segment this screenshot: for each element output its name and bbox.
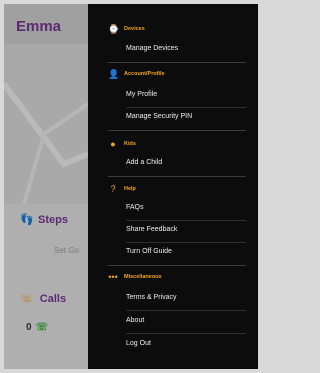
watch-icon: ⌚ — [108, 24, 120, 34]
kids-icon: ● — [110, 139, 116, 149]
section-devices: ⌚ Devices — [108, 24, 145, 34]
account-icon: 👤 — [108, 69, 120, 79]
navigation-drawer: ⌚ Devices Manage Devices 👤 Account/Profi… — [88, 4, 258, 369]
help-icon: ? — [110, 184, 116, 194]
section-help: ? Help — [108, 184, 136, 194]
menu-item-add-a-child[interactable]: Add a Child — [126, 159, 162, 166]
menu-item-turn-off-guide[interactable]: Turn Off Guide — [126, 248, 172, 255]
divider — [126, 310, 246, 311]
menu-item-terms-privacy[interactable]: Terms & Privacy — [126, 294, 177, 301]
section-title: Devices — [124, 26, 145, 32]
section-title: Account/Profile — [124, 71, 165, 77]
menu-item-share-feedback[interactable]: Share Feedback — [126, 226, 177, 233]
section-title: Miscellaneous — [124, 274, 162, 280]
menu-item-faqs[interactable]: FAQs — [126, 204, 144, 211]
section-title: Help — [124, 186, 136, 192]
section-account-profile: 👤 Account/Profile — [108, 69, 165, 79]
menu-item-log-out[interactable]: Log Out — [126, 340, 151, 347]
divider — [126, 333, 246, 334]
section-miscellaneous: ••• Miscellaneous — [108, 272, 162, 282]
divider — [126, 220, 246, 221]
menu-item-my-profile[interactable]: My Profile — [126, 91, 157, 98]
menu-item-manage-devices[interactable]: Manage Devices — [126, 45, 178, 52]
divider — [108, 62, 246, 63]
more-icon: ••• — [108, 272, 118, 282]
screen: Emma 👣 Steps Set Go ☏ Calls 0 ☏ ⌚ Device… — [4, 4, 258, 369]
menu-item-about[interactable]: About — [126, 317, 144, 324]
section-kids: ● Kids — [108, 139, 136, 149]
section-title: Kids — [124, 141, 136, 147]
divider — [108, 130, 246, 131]
divider — [126, 242, 246, 243]
divider — [108, 176, 246, 177]
menu-item-manage-security-pin[interactable]: Manage Security PIN — [126, 113, 192, 120]
divider — [108, 265, 246, 266]
divider — [126, 107, 246, 108]
